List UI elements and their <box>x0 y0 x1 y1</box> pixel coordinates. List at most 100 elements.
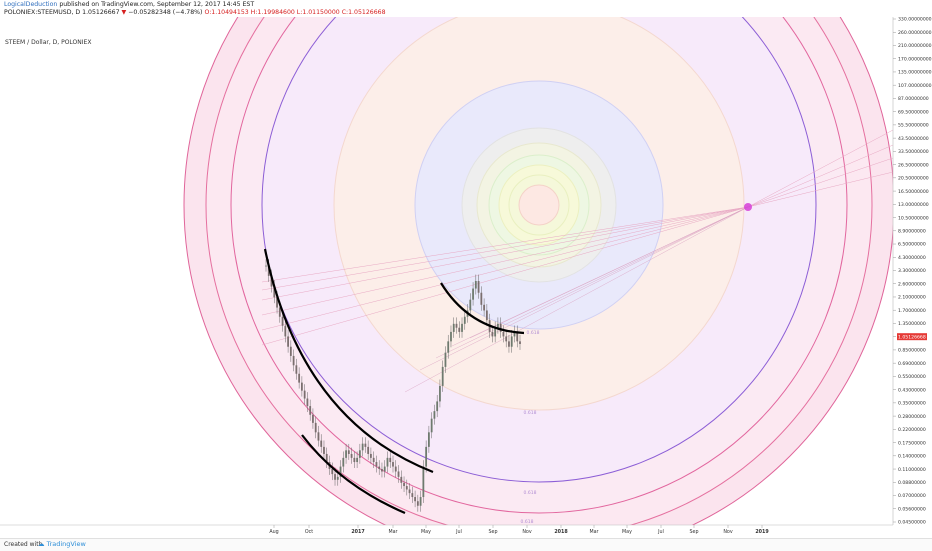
candle-body <box>497 323 499 328</box>
candle-body <box>519 341 521 344</box>
candle-body <box>455 323 458 328</box>
candle-body <box>345 450 347 458</box>
pivot-point <box>744 203 752 211</box>
candle-body <box>342 457 345 467</box>
chart-title: STEEM / Dollar, D, POLONIEX <box>5 39 92 46</box>
y-tick-label: 55.50000000 <box>898 123 929 129</box>
y-tick-label: 0.35000000 <box>898 401 926 407</box>
candle-body <box>433 411 436 419</box>
y-tick-label: 87.00000000 <box>898 96 929 102</box>
x-tick-label: 2018 <box>554 529 568 535</box>
chart-area[interactable]: 0.618 0.618 0.618 0.618 330.00000000 260.000… <box>0 17 932 538</box>
y-tick-label: 0.69000000 <box>898 361 926 367</box>
time-axis[interactable]: Aug Oct 2017 Mar May Jul Sep Nov 2018 Mar May Jul Se… <box>269 525 769 535</box>
candle-body <box>397 471 400 477</box>
circle-ratio-label: 0.618 <box>524 490 537 496</box>
candle-body <box>463 316 466 324</box>
x-tick-label: Mar <box>388 529 397 535</box>
price-change: −0.05282348 (−4.78%) <box>128 9 203 16</box>
candle-body <box>386 457 389 467</box>
candle-body <box>450 331 452 342</box>
y-tick-label: 69.50000000 <box>898 109 929 115</box>
y-tick-label: 0.17500000 <box>898 440 926 446</box>
candle-body <box>378 466 381 469</box>
x-tick-label: Nov <box>522 529 532 535</box>
y-tick-label: 16.50000000 <box>898 189 929 195</box>
circle-ratio-label: 0.618 <box>527 330 540 336</box>
candle-body <box>483 304 486 311</box>
candle-body <box>303 390 306 399</box>
candle-body <box>295 365 298 374</box>
x-tick-label: Jul <box>657 529 664 535</box>
y-tick-label: 0.28000000 <box>898 414 926 420</box>
y-tick-label: 13.00000000 <box>898 202 929 208</box>
candle-body <box>461 323 463 332</box>
circle-ratio-label: 0.618 <box>521 519 534 525</box>
candle-body <box>292 355 295 366</box>
y-tick-label: 6.50000000 <box>898 242 926 248</box>
candle-body <box>430 418 433 433</box>
y-tick-label: 0.43000000 <box>898 387 926 393</box>
candle-body <box>392 462 394 467</box>
y-tick-label: 107.00000000 <box>898 83 932 89</box>
candle-body <box>317 432 320 441</box>
candle-body <box>320 440 323 447</box>
candle-body <box>361 443 364 451</box>
circle-ratio-label: 0.618 <box>524 410 537 416</box>
y-tick-label: 0.05600000 <box>898 506 926 512</box>
published-text: published on TradingView.com, September … <box>59 1 255 8</box>
candle-body <box>323 446 325 454</box>
candle-body <box>480 292 483 305</box>
y-tick-label: 2.10000000 <box>898 295 926 301</box>
y-tick-label: 0.85000000 <box>898 348 926 354</box>
candle-body <box>383 466 386 472</box>
y-tick-label: 0.14000000 <box>898 454 926 460</box>
y-tick-label: 43.50000000 <box>898 136 929 142</box>
x-tick-label: May <box>622 529 632 535</box>
ohlc-line: POLONIEX:STEEMUSD, D 1.05126667 ▼ −0.052… <box>4 9 386 17</box>
chart-canvas[interactable]: 0.618 0.618 0.618 0.618 330.00000000 260.000… <box>0 17 932 538</box>
y-tick-label: 10.50000000 <box>898 215 929 221</box>
low-value: 1.01150000 <box>302 9 340 16</box>
y-tick-label: 20.50000000 <box>898 176 929 182</box>
author-link[interactable]: LogicalDeduction <box>4 1 57 8</box>
candle-body <box>416 501 419 506</box>
candle-body <box>372 457 375 463</box>
candle-body <box>358 450 361 458</box>
x-tick-label: Oct <box>305 529 313 535</box>
candle-body <box>289 346 292 356</box>
x-tick-label: Sep <box>689 529 698 535</box>
y-tick-label: 210.00000000 <box>898 43 932 49</box>
x-tick-label: Jul <box>455 529 462 535</box>
close-value: 1.05126668 <box>348 9 386 16</box>
candle-body <box>469 299 472 311</box>
candle-body <box>447 341 450 353</box>
y-tick-label: 135.00000000 <box>898 70 932 76</box>
footer-bar: Created with ☁ TradingView <box>0 538 932 551</box>
tradingview-logo[interactable]: ☁ TradingView <box>38 540 86 548</box>
candle-body <box>336 476 339 480</box>
y-tick-label: 0.11000000 <box>898 467 926 473</box>
candle-body <box>444 352 447 367</box>
x-tick-label: Mar <box>589 529 598 535</box>
y-tick-label: 4.30000000 <box>898 255 926 261</box>
y-tick-label: 1.70000000 <box>898 308 926 314</box>
down-arrow-icon: ▼ <box>121 9 127 16</box>
candle-body <box>405 486 408 490</box>
x-tick-label: May <box>421 529 431 535</box>
candle-body <box>452 323 455 332</box>
candle-body <box>314 422 317 433</box>
candle-body <box>508 341 510 347</box>
price-axis[interactable]: 330.00000000 260.00000000 210.00000000 170.… <box>893 17 932 526</box>
candle-body <box>425 446 428 467</box>
candle-body <box>510 336 513 347</box>
high-value: 1.19984600 <box>257 9 295 16</box>
x-tick-label: Sep <box>488 529 497 535</box>
y-tick-label: 1.35000000 <box>898 321 926 327</box>
candle-body <box>474 281 477 289</box>
y-tick-label: 26.50000000 <box>898 162 929 168</box>
candle-body <box>281 316 284 326</box>
candle-body <box>408 489 411 494</box>
candle-body <box>334 474 336 480</box>
candle-body <box>350 453 353 458</box>
